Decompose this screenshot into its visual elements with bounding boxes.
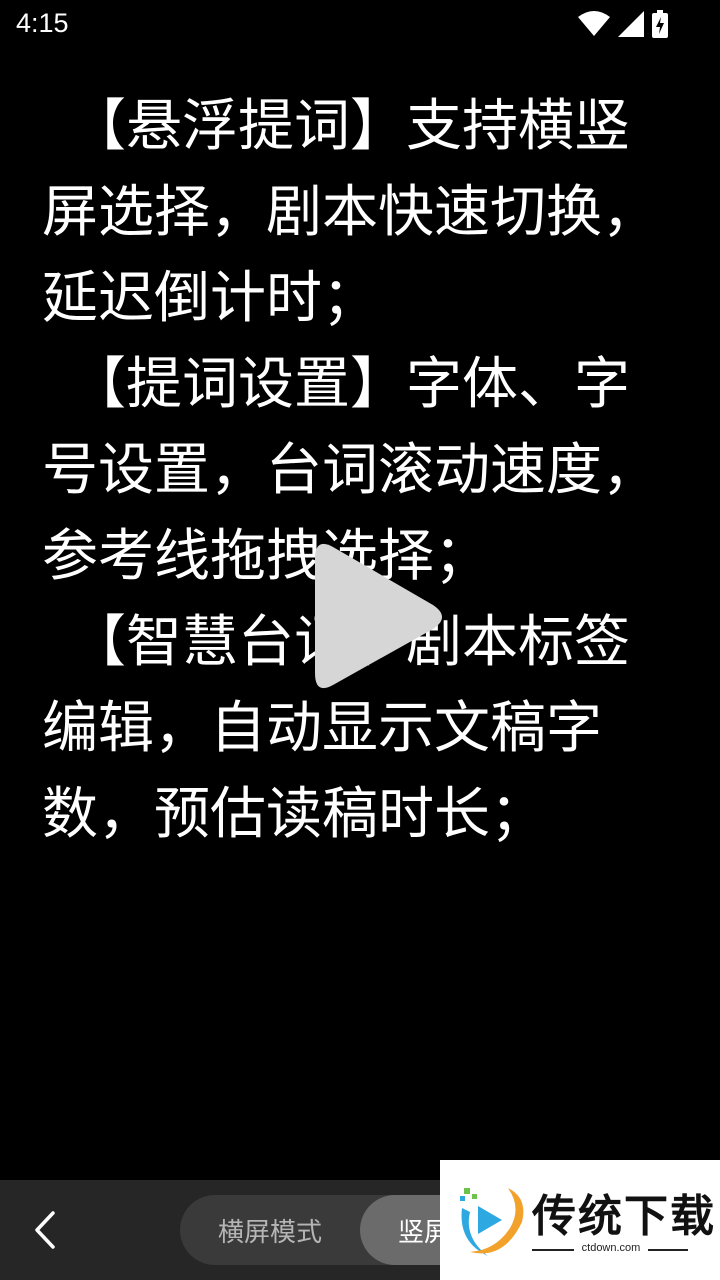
chevron-left-icon: [35, 1211, 55, 1249]
prompter-paragraph: 【悬浮提词】支持横竖屏选择，剧本快速切换，延迟倒计时；: [42, 94, 658, 331]
status-time: 4:15: [16, 8, 69, 38]
battery-charging-icon: [652, 10, 668, 38]
status-icons: [578, 10, 668, 38]
watermark: 传统下载 ctdown.com: [440, 1160, 720, 1280]
signal-icon: [618, 11, 644, 37]
landscape-mode-button[interactable]: 横屏模式: [180, 1195, 360, 1265]
wifi-icon: [578, 11, 610, 37]
watermark-url: ctdown.com: [581, 1242, 641, 1254]
prompter-text: 【悬浮提词】支持横竖屏选择，剧本快速切换，延迟倒计时； 【提词设置】字体、字号设…: [42, 84, 672, 858]
play-icon: [315, 543, 442, 689]
watermark-divider: [648, 1249, 688, 1251]
back-button[interactable]: [20, 1205, 70, 1255]
watermark-title: 传统下载: [532, 1191, 716, 1242]
play-button[interactable]: [305, 525, 455, 705]
screen: 4:15 【悬浮提词】支持横竖屏选择，剧本快速切换，延迟倒计时； 【提词设置】字…: [0, 0, 720, 1280]
status-bar: 4:15: [0, 0, 720, 50]
watermark-logo-icon: [460, 1188, 524, 1256]
